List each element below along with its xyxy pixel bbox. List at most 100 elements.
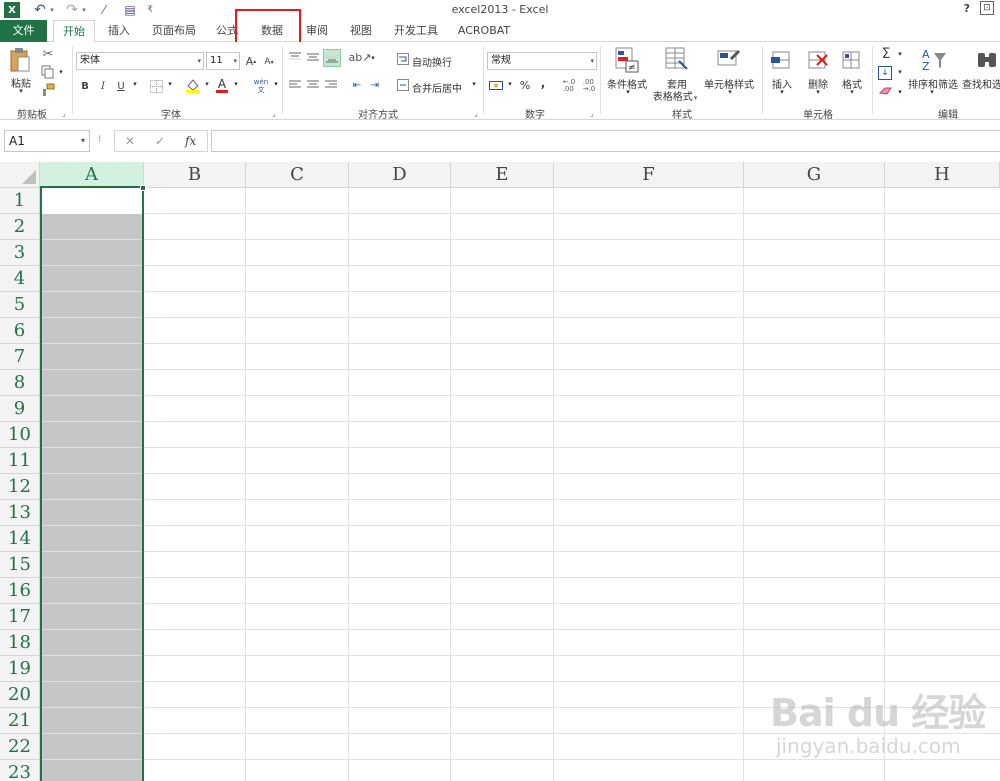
tab-review[interactable]: 审阅 — [300, 20, 334, 42]
decrease-decimal-button[interactable]: .00 →.0 — [580, 77, 598, 95]
align-middle-icon[interactable] — [306, 50, 320, 64]
cancel-icon[interactable]: ✕ — [125, 134, 135, 148]
row-header-14[interactable]: 14 — [0, 526, 40, 552]
percent-button[interactable]: % — [518, 78, 532, 92]
row-header-17[interactable]: 17 — [0, 604, 40, 630]
find-select-icon[interactable] — [974, 46, 1000, 74]
delete-cells-icon[interactable] — [806, 46, 830, 74]
formula-bar-more-icon[interactable]: ⁝ — [98, 134, 101, 145]
clear-icon[interactable] — [878, 84, 894, 98]
align-bottom-icon[interactable] — [323, 49, 341, 67]
cell-styles-dropdown-icon[interactable]: ▾ — [726, 88, 734, 96]
font-color-dropdown-icon[interactable]: ▾ — [232, 80, 240, 88]
row-header-12[interactable]: 12 — [0, 474, 40, 500]
phonetic-dropdown-icon[interactable]: ▾ — [272, 80, 280, 88]
row-header-1[interactable]: 1 — [0, 188, 40, 214]
paste-dropdown-icon[interactable]: ▾ — [16, 87, 26, 95]
orientation-dropdown-icon[interactable]: ▾ — [369, 54, 377, 62]
bold-button[interactable]: B — [78, 78, 92, 94]
phonetic-guide-button[interactable]: wén 文 — [252, 76, 270, 96]
tab-page-layout[interactable]: 页面布局 — [146, 20, 202, 42]
increase-decimal-button[interactable]: ←.0 .00 — [560, 77, 578, 95]
delete-dropdown-icon[interactable]: ▾ — [814, 88, 822, 96]
row-header-2[interactable]: 2 — [0, 214, 40, 240]
format-cells-icon[interactable] — [840, 46, 864, 74]
column-header-b[interactable]: B — [144, 162, 246, 188]
format-dropdown-icon[interactable]: ▾ — [848, 88, 856, 96]
row-header-9[interactable]: 9 — [0, 396, 40, 422]
formula-input[interactable] — [211, 130, 1000, 152]
italic-button[interactable]: I — [96, 78, 110, 94]
column-header-c[interactable]: C — [246, 162, 349, 188]
underline-button[interactable]: U — [114, 78, 128, 94]
row-header-13[interactable]: 13 — [0, 500, 40, 526]
row-header-6[interactable]: 6 — [0, 318, 40, 344]
column-header-f[interactable]: F — [554, 162, 744, 188]
row-header-5[interactable]: 5 — [0, 292, 40, 318]
column-header-g[interactable]: G — [744, 162, 885, 188]
clear-dropdown-icon[interactable]: ▾ — [896, 88, 904, 96]
cell-styles-icon[interactable] — [716, 46, 742, 74]
row-header-11[interactable]: 11 — [0, 448, 40, 474]
conditional-dropdown-icon[interactable]: ▾ — [624, 88, 632, 96]
find-select-button[interactable]: 查找和选 — [962, 76, 1000, 91]
number-format-dropdown[interactable]: 常规 ▾ — [487, 52, 597, 70]
insert-function-icon[interactable]: fx — [185, 134, 196, 148]
paste-icon[interactable] — [8, 46, 32, 74]
format-painter-icon[interactable] — [40, 82, 56, 98]
font-name-dropdown[interactable]: 宋体 ▾ — [76, 52, 204, 70]
row-header-21[interactable]: 21 — [0, 708, 40, 734]
select-all-button[interactable] — [0, 162, 40, 188]
conditional-formatting-icon[interactable]: ≠ — [614, 46, 640, 74]
font-color-icon[interactable]: A — [214, 76, 230, 94]
fill-color-icon[interactable] — [184, 76, 202, 94]
column-header-a[interactable]: A — [40, 162, 144, 188]
row-header-23[interactable]: 23 — [0, 760, 40, 781]
merge-dropdown-icon[interactable]: ▾ — [470, 80, 478, 88]
comma-button[interactable]: , — [538, 76, 548, 90]
decrease-indent-icon[interactable]: ⇤ — [350, 78, 364, 92]
font-size-dropdown[interactable]: 11 ▾ — [206, 52, 240, 70]
wrap-text-icon[interactable] — [396, 52, 410, 66]
copy-dropdown-icon[interactable]: ▾ — [58, 68, 64, 76]
number-launcher-icon[interactable]: ⌟ — [590, 109, 594, 118]
align-left-icon[interactable] — [288, 78, 302, 92]
align-top-icon[interactable] — [288, 50, 302, 64]
autosum-dropdown-icon[interactable]: ▾ — [896, 50, 904, 58]
row-header-16[interactable]: 16 — [0, 578, 40, 604]
tab-developer[interactable]: 开发工具 — [390, 20, 442, 42]
row-header-3[interactable]: 3 — [0, 240, 40, 266]
row-header-19[interactable]: 19 — [0, 656, 40, 682]
format-as-table-label-2[interactable]: 表格格式▾ — [650, 88, 700, 103]
borders-icon[interactable] — [148, 78, 164, 94]
insert-dropdown-icon[interactable]: ▾ — [778, 88, 786, 96]
copy-icon[interactable] — [40, 64, 56, 80]
wrap-text-button[interactable]: 自动换行 — [412, 54, 452, 69]
column-header-e[interactable]: E — [451, 162, 554, 188]
enter-icon[interactable]: ✓ — [155, 134, 165, 148]
cut-icon[interactable]: ✂ — [40, 46, 56, 62]
alignment-launcher-icon[interactable]: ⌟ — [474, 109, 478, 118]
row-header-18[interactable]: 18 — [0, 630, 40, 656]
fill-color-dropdown-icon[interactable]: ▾ — [203, 80, 211, 88]
insert-cells-icon[interactable] — [770, 46, 794, 74]
borders-dropdown-icon[interactable]: ▾ — [166, 80, 174, 88]
row-header-22[interactable]: 22 — [0, 734, 40, 760]
shrink-font-button[interactable]: A ▾ — [262, 54, 276, 70]
align-right-icon[interactable] — [324, 78, 338, 92]
ribbon-display-options-button[interactable]: ⊡ — [980, 1, 994, 15]
column-header-h[interactable]: H — [885, 162, 1000, 188]
tab-insert[interactable]: 插入 — [100, 20, 138, 42]
grow-font-button[interactable]: A ▴ — [244, 53, 258, 69]
tab-home[interactable]: 开始 — [53, 20, 95, 43]
tab-file[interactable]: 文件 — [0, 20, 47, 42]
clipboard-launcher-icon[interactable]: ⌟ — [62, 109, 66, 118]
align-center-icon[interactable] — [306, 78, 320, 92]
row-header-4[interactable]: 4 — [0, 266, 40, 292]
fill-dropdown-icon[interactable]: ▾ — [896, 68, 904, 76]
autosum-icon[interactable]: Σ — [878, 46, 894, 62]
tab-view[interactable]: 视图 — [344, 20, 378, 42]
fill-handle[interactable] — [140, 185, 146, 191]
column-header-d[interactable]: D — [349, 162, 451, 188]
row-header-8[interactable]: 8 — [0, 370, 40, 396]
